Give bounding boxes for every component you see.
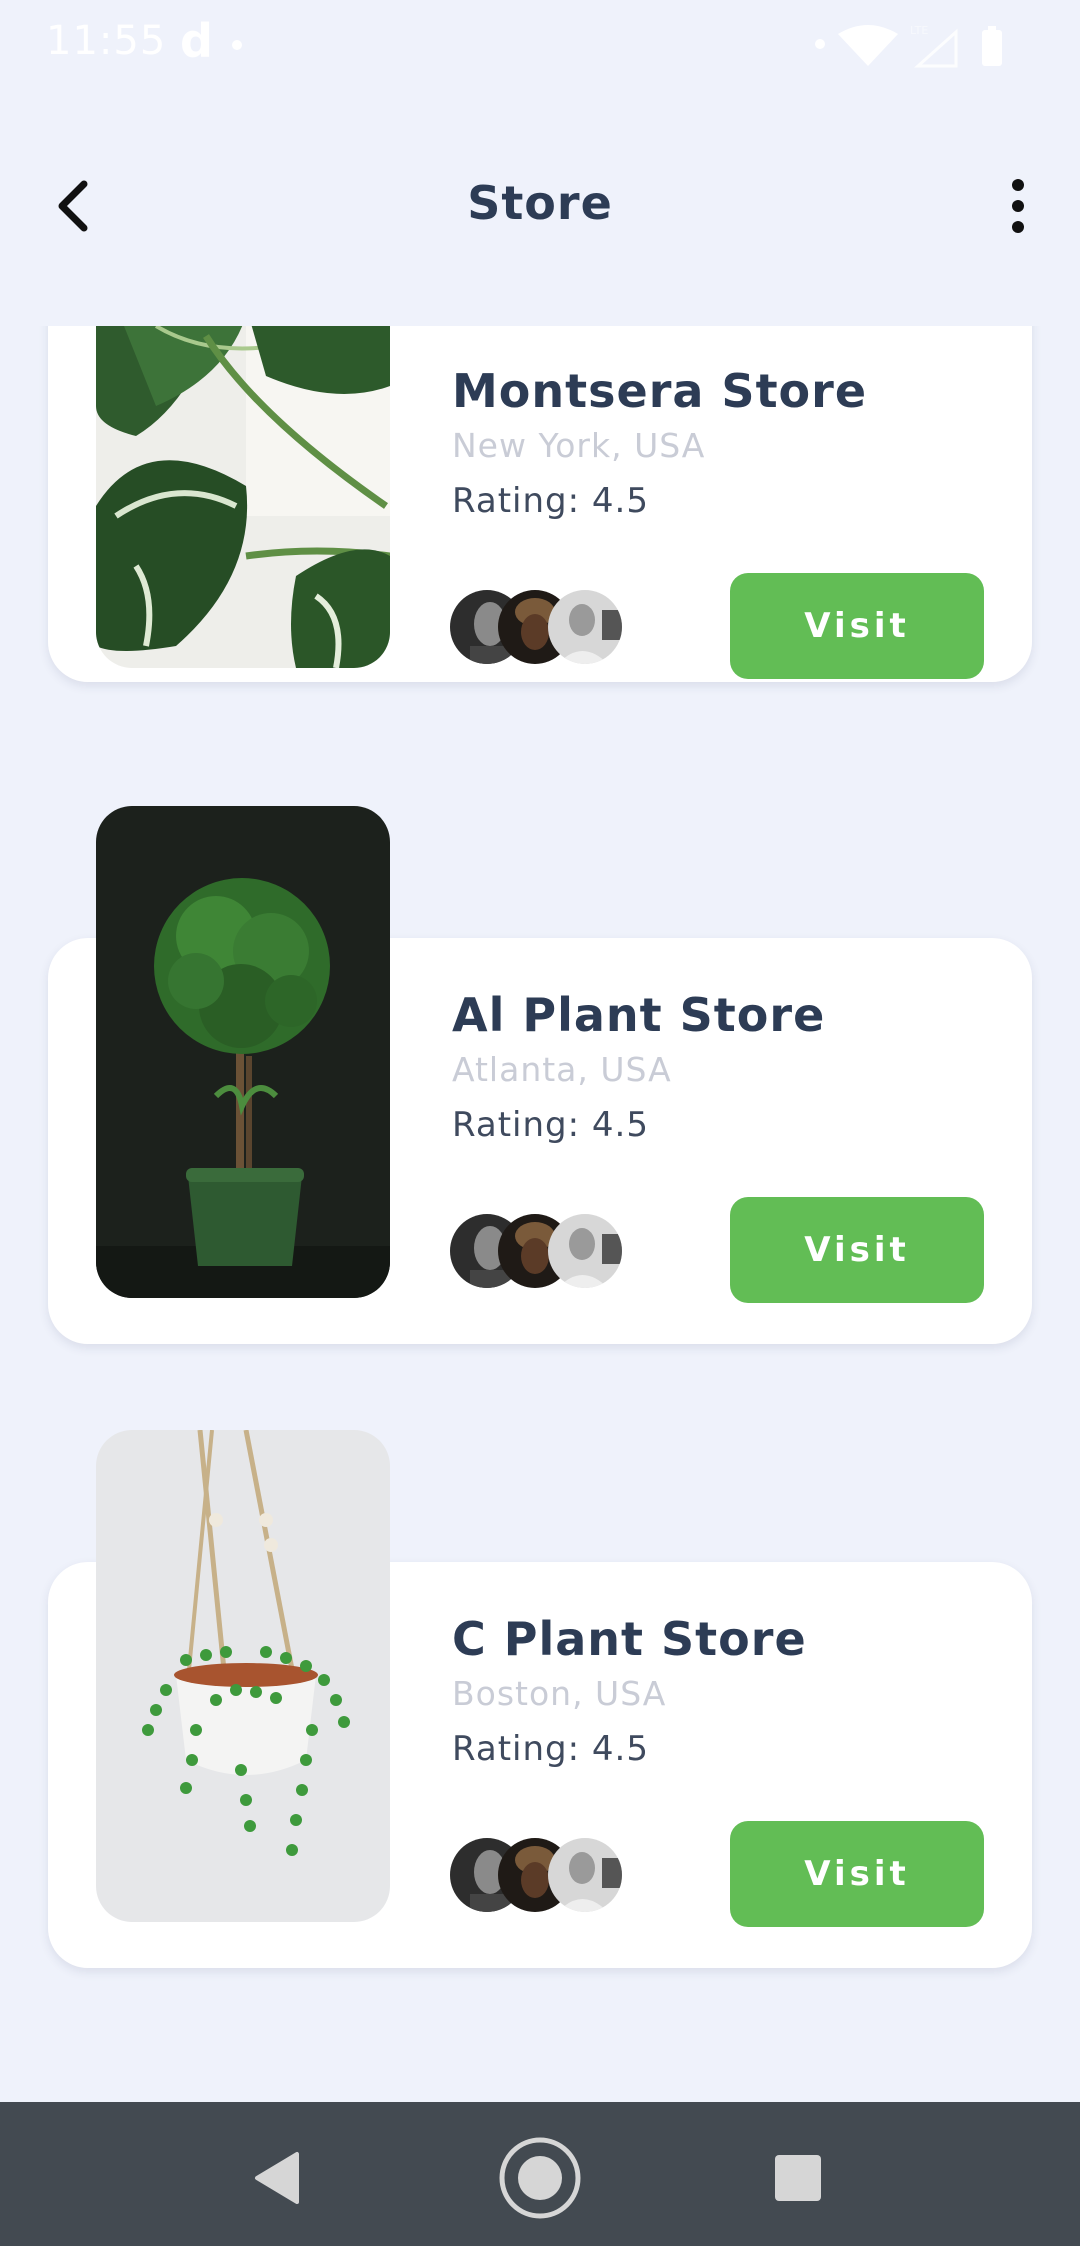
status-dot-icon [815,39,825,49]
visit-button[interactable]: Visit [730,573,984,679]
store-image-topiary[interactable] [96,806,390,1298]
lte-label: LTE [910,24,928,37]
app-bar: Store [0,150,1080,262]
avatar [548,1214,622,1288]
nav-back-triangle-icon [255,2152,299,2204]
wifi-icon [838,25,898,66]
store-name: Al Plant Store [452,988,826,1042]
nav-recents-square-icon [775,2155,821,2201]
visit-button[interactable]: Visit [730,1821,984,1927]
visitor-avatars [450,1214,622,1288]
store-location: Atlanta, USA [452,1050,672,1089]
avatar [548,590,622,664]
store-rating: Rating: 4.5 [452,481,649,521]
page-title: Store [467,176,613,230]
avatar [548,1838,622,1912]
store-image-hanging-plant[interactable] [96,1430,390,1922]
store-name: Montsera Store [452,364,868,418]
more-options-button[interactable] [986,174,1050,238]
store-name: C Plant Store [452,1612,807,1666]
store-rating: Rating: 4.5 [452,1105,649,1145]
battery-icon [982,30,1002,66]
signal-icon [914,28,958,68]
status-time: 11:55 [46,18,167,64]
nav-home-button[interactable] [498,2136,582,2220]
store-location: New York, USA [452,426,706,465]
visit-button[interactable]: Visit [730,1197,984,1303]
status-icons: LTE [815,24,1002,68]
nav-recents-button[interactable] [756,2136,840,2220]
store-location: Boston, USA [452,1674,667,1713]
nav-back-button[interactable] [234,2136,318,2220]
store-screen: 11:55 d LTE Store Montsera Store New Yor… [0,0,1080,2246]
store-list[interactable]: Montsera Store New York, USA Rating: 4.5… [0,326,1080,2100]
notification-dot-icon [232,40,242,50]
status-bar: 11:55 d LTE [0,0,1080,90]
nav-home-circle-icon [499,2137,581,2219]
visitor-avatars [450,590,622,664]
more-vertical-icon [1012,179,1024,233]
carrier-glyph: d [180,14,213,68]
store-image-monstera[interactable] [96,326,390,668]
visitor-avatars [450,1838,622,1912]
store-rating: Rating: 4.5 [452,1729,649,1769]
system-nav-bar [0,2102,1080,2246]
